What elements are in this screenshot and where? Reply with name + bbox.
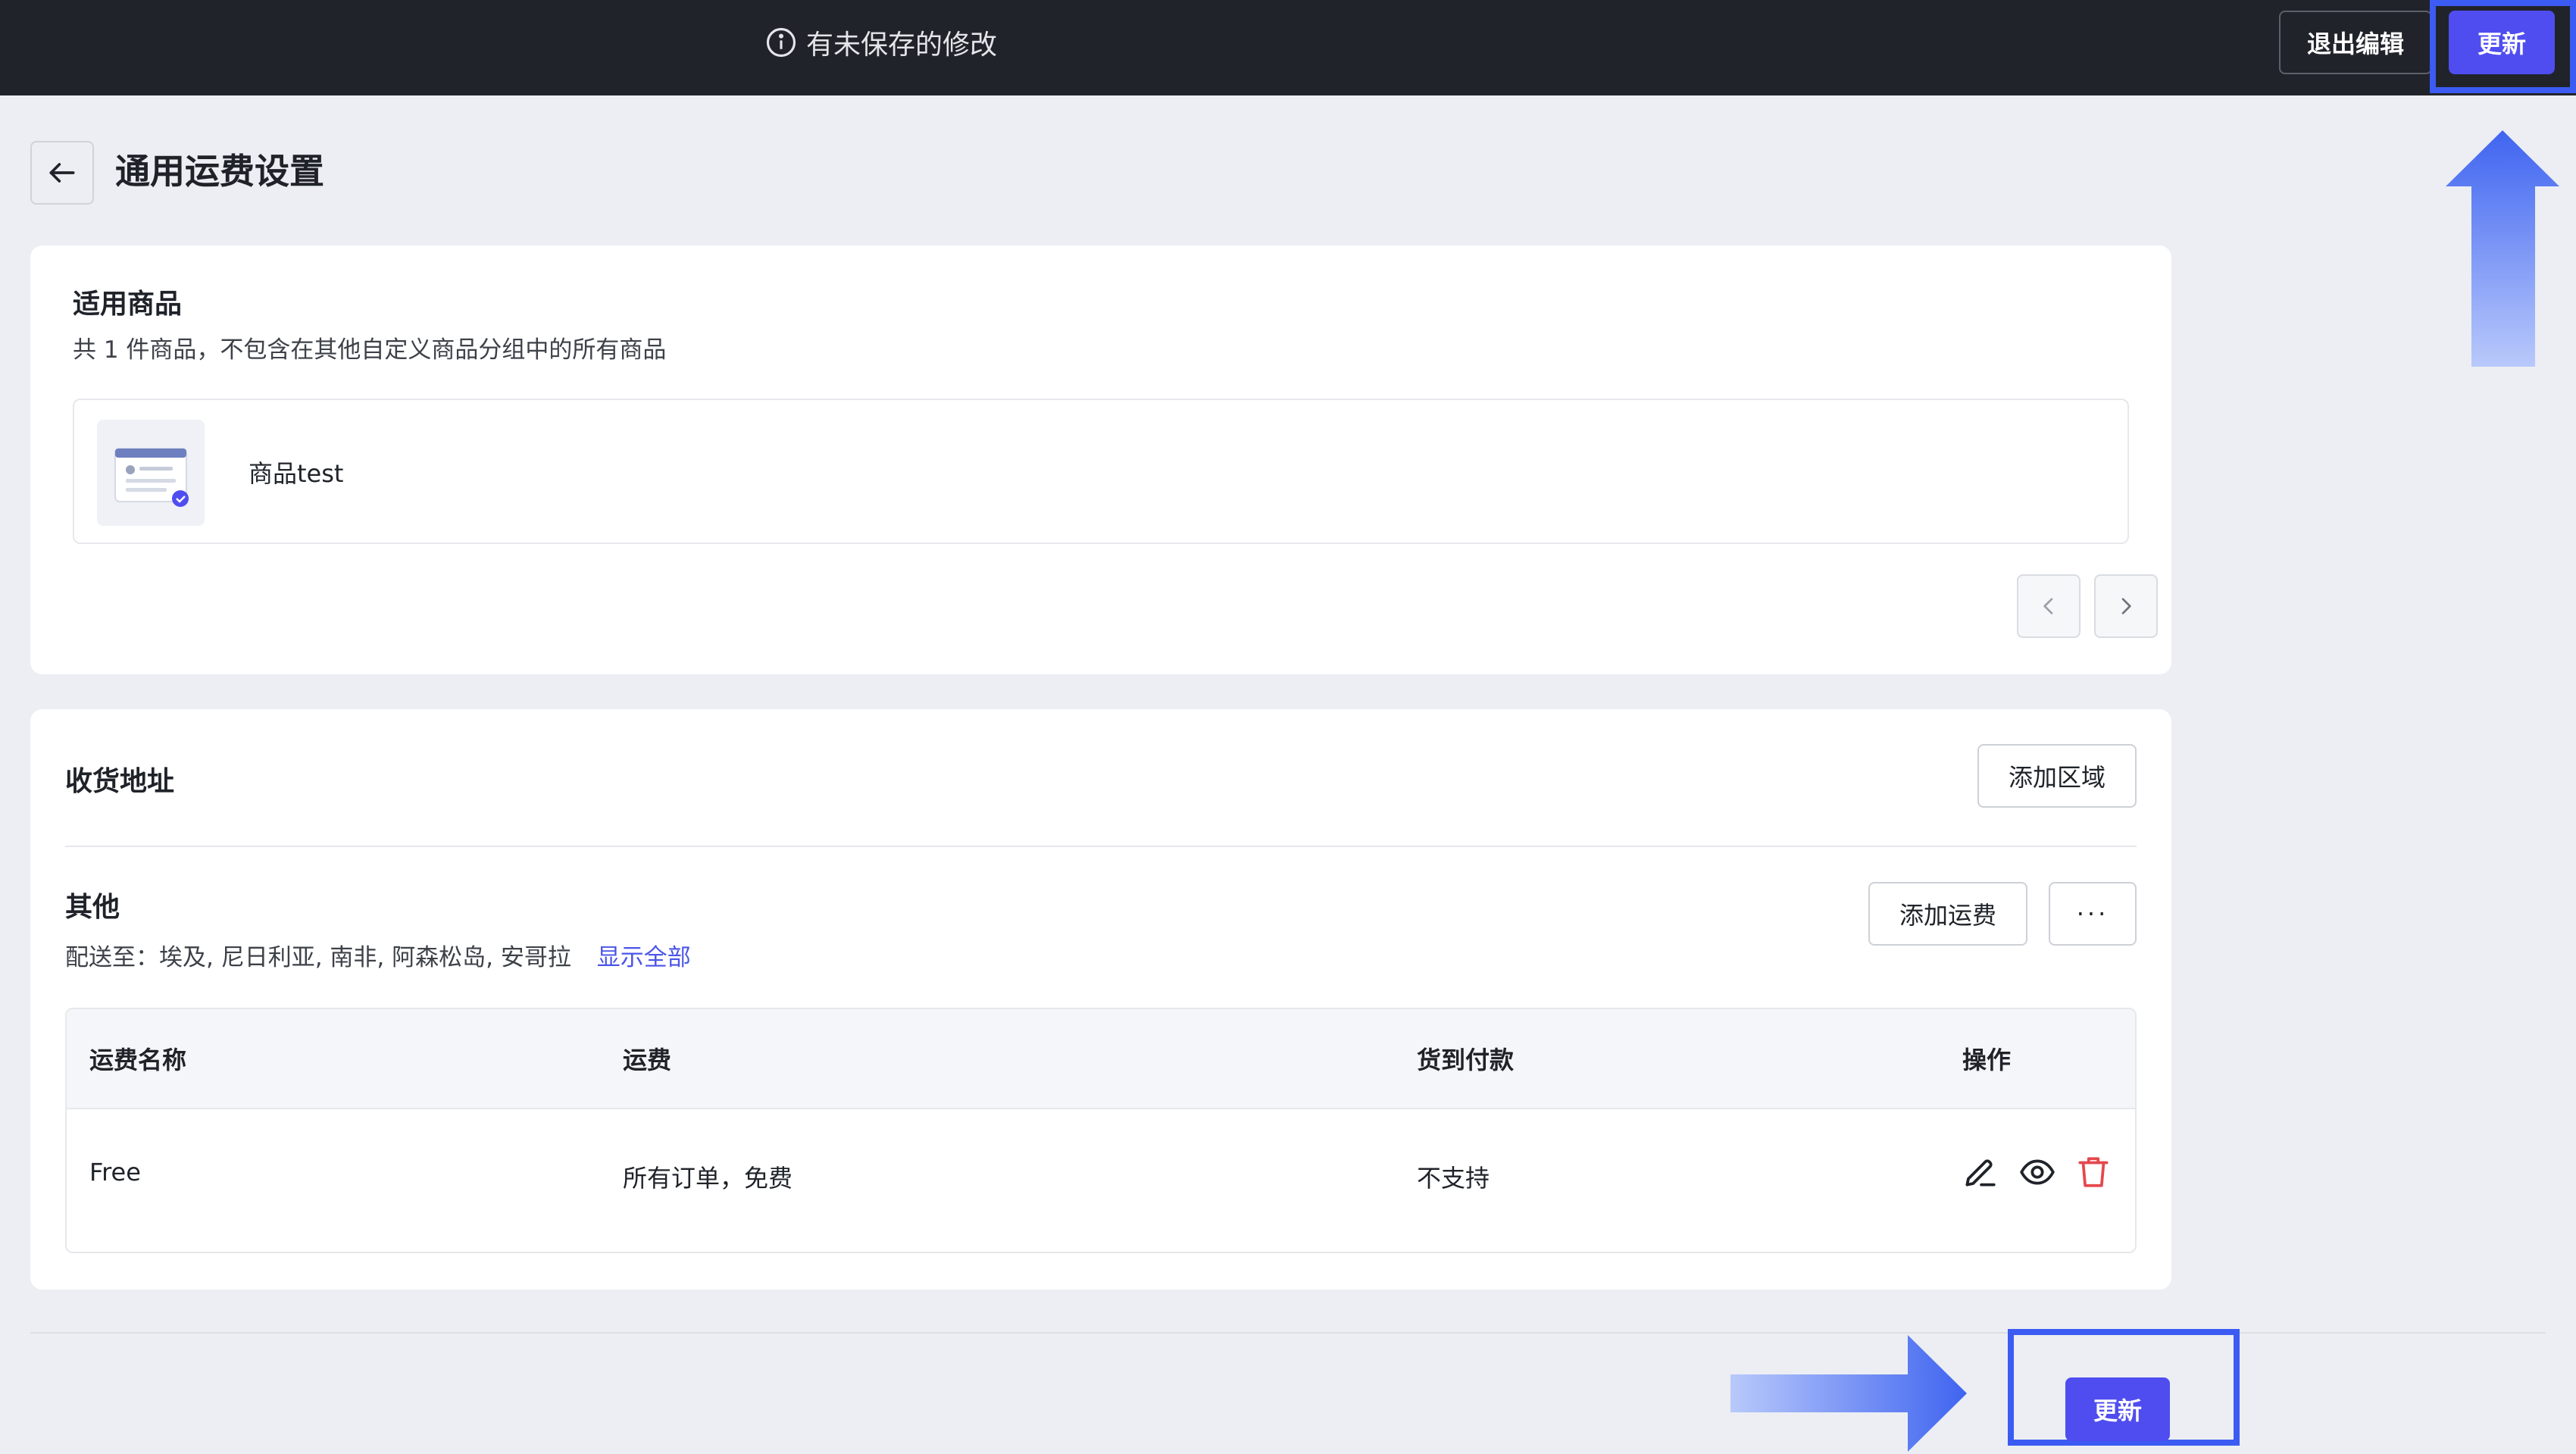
unsaved-changes-text: 有未保存的修改 <box>806 30 998 61</box>
rate-cod-cell: 不支持 <box>1417 1164 1490 1193</box>
shipping-section-title: 收货地址 <box>65 766 175 797</box>
top-bar: 有未保存的修改 退出编辑 更新 <box>0 0 2576 95</box>
applicable-products-card: 适用商品 共 1 件商品，不包含在其他自定义商品分组中的所有商品 商品test <box>30 245 2171 674</box>
update-button-bottom[interactable]: 更新 <box>2065 1377 2170 1441</box>
products-section-title: 适用商品 <box>73 289 183 320</box>
column-header-cod: 货到付款 <box>1417 1046 1515 1074</box>
ship-to-regions: 埃及, 尼日利亚, 南非, 阿森松岛, 安哥拉 <box>159 944 571 971</box>
eye-icon[interactable] <box>2018 1153 2056 1191</box>
page-title: 通用运费设置 <box>115 151 324 192</box>
more-options-button[interactable]: ··· <box>2049 882 2137 946</box>
rate-fee-cell: 所有订单，免费 <box>623 1164 793 1193</box>
show-all-link[interactable]: 显示全部 <box>597 944 691 971</box>
arrow-up-annotation <box>2446 130 2559 367</box>
edit-icon[interactable] <box>1961 1153 1999 1191</box>
add-region-button[interactable]: 添加区域 <box>1977 744 2137 808</box>
product-thumbnail <box>97 420 205 526</box>
ship-to-prefix: 配送至： <box>65 944 159 971</box>
shipping-rates-table: 运费名称 运费 货到付款 操作 Free 所有订单，免费 不支持 <box>65 1008 2137 1253</box>
info-icon <box>766 27 796 58</box>
table-header: 运费名称 运费 货到付款 操作 <box>67 1009 2135 1109</box>
zone-ship-to: 配送至：埃及, 尼日利亚, 南非, 阿森松岛, 安哥拉 显示全部 <box>65 938 691 972</box>
column-header-fee: 运费 <box>623 1046 672 1074</box>
column-header-rate-name: 运费名称 <box>89 1046 187 1074</box>
zone-name: 其他 <box>65 892 120 923</box>
exit-edit-button[interactable]: 退出编辑 <box>2279 11 2432 74</box>
product-name[interactable]: 商品test <box>249 455 343 489</box>
arrow-right-annotation <box>1730 1335 1967 1452</box>
chevron-left-icon <box>2043 598 2053 614</box>
arrow-left-icon <box>49 163 75 183</box>
chevron-right-icon <box>2121 598 2131 614</box>
unsaved-changes-notice: 有未保存的修改 <box>765 25 998 61</box>
delete-icon[interactable] <box>2074 1153 2112 1191</box>
products-description: 共 1 件商品，不包含在其他自定义商品分组中的所有商品 <box>73 336 667 364</box>
rate-name-cell: Free <box>89 1158 141 1187</box>
product-image-icon <box>114 448 189 507</box>
back-button[interactable] <box>30 141 94 205</box>
column-header-actions: 操作 <box>1962 1046 2012 1074</box>
add-rate-button[interactable]: 添加运费 <box>1868 882 2027 946</box>
highlight-box-top <box>2430 0 2576 93</box>
product-list: 商品test <box>73 399 2129 544</box>
section-divider <box>65 846 2137 847</box>
prev-page-button[interactable] <box>2017 574 2080 638</box>
next-page-button[interactable] <box>2094 574 2158 638</box>
shipping-address-card: 收货地址 添加区域 其他 配送至：埃及, 尼日利亚, 南非, 阿森松岛, 安哥拉… <box>30 709 2171 1290</box>
